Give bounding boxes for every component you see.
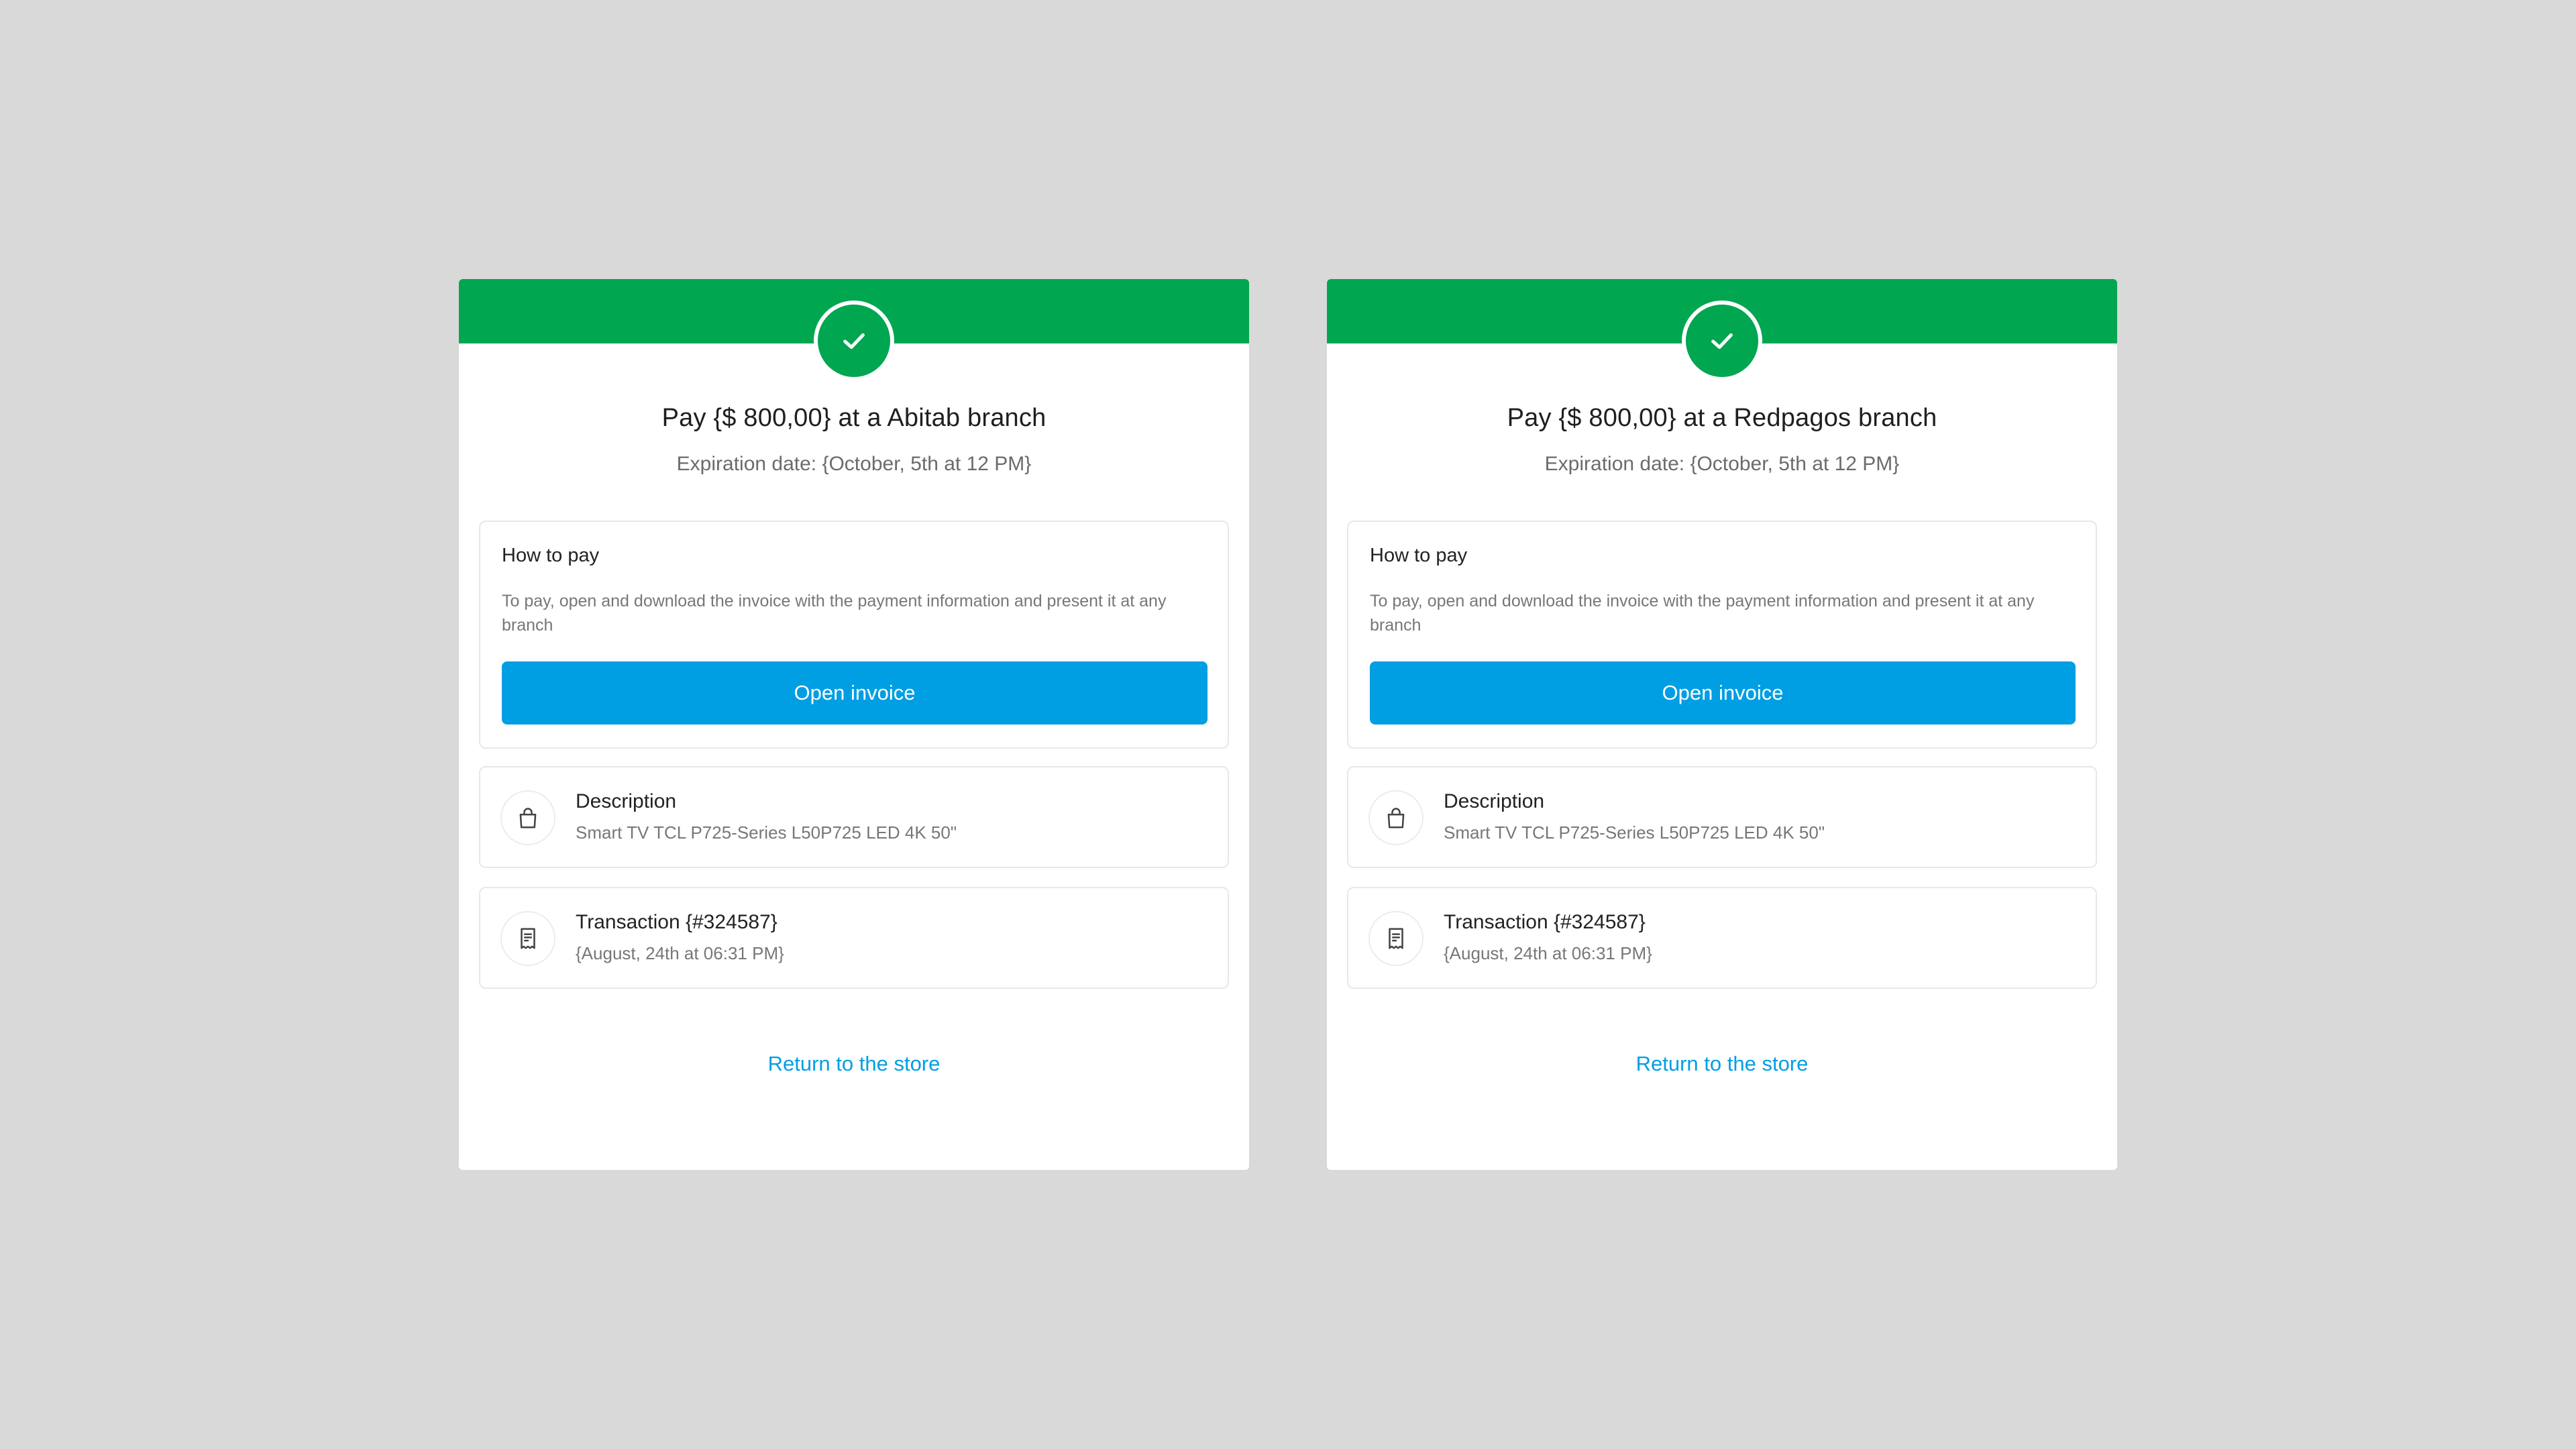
transaction-date: {August, 24th at 06:31 PM} xyxy=(1444,943,1652,963)
description-title: Description xyxy=(1444,790,1545,812)
payment-title: Pay {$ 800,00} at a Redpagos branch xyxy=(1507,404,1937,432)
how-to-pay-text: To pay, open and download the invoice wi… xyxy=(502,592,1167,635)
receipt-icon xyxy=(500,911,555,966)
description-box: Description Smart TV TCL P725-Series L50… xyxy=(479,766,1229,868)
how-to-pay-box: How to pay To pay, open and download the… xyxy=(479,521,1229,749)
return-to-store-label[interactable]: Return to the store xyxy=(768,1052,941,1075)
shopping-bag-icon xyxy=(1368,790,1424,845)
open-invoice-button[interactable]: Open invoice xyxy=(1370,661,2076,724)
description-title: Description xyxy=(576,790,677,812)
expiration-date: Expiration date: {October, 5th at 12 PM} xyxy=(1544,453,1900,475)
payment-card-abitab: Pay {$ 800,00} at a Abitab branch Expira… xyxy=(459,279,1249,1170)
return-to-store-label[interactable]: Return to the store xyxy=(1636,1052,1809,1075)
transaction-box: Transaction {#324587} {August, 24th at 0… xyxy=(479,887,1229,989)
open-invoice-button[interactable]: Open invoice xyxy=(502,661,1208,724)
transaction-date: {August, 24th at 06:31 PM} xyxy=(576,943,784,963)
how-to-pay-title: How to pay xyxy=(502,545,600,566)
description-value: Smart TV TCL P725-Series L50P725 LED 4K … xyxy=(1444,822,1825,843)
payment-card-redpagos: Pay {$ 800,00} at a Redpagos branch Expi… xyxy=(1327,279,2117,1170)
return-to-store-link[interactable]: Return to the store xyxy=(1327,1052,2117,1076)
description-box: Description Smart TV TCL P725-Series L50… xyxy=(1347,766,2097,868)
how-to-pay-text: To pay, open and download the invoice wi… xyxy=(1370,592,2035,635)
expiration-date: Expiration date: {October, 5th at 12 PM} xyxy=(676,453,1032,475)
how-to-pay-box: How to pay To pay, open and download the… xyxy=(1347,521,2097,749)
description-value: Smart TV TCL P725-Series L50P725 LED 4K … xyxy=(576,822,957,843)
shopping-bag-icon xyxy=(500,790,555,845)
check-icon xyxy=(1682,301,1762,381)
check-icon xyxy=(814,301,894,381)
transaction-box: Transaction {#324587} {August, 24th at 0… xyxy=(1347,887,2097,989)
receipt-icon xyxy=(1368,911,1424,966)
transaction-title: Transaction {#324587} xyxy=(1444,911,1646,933)
return-to-store-link[interactable]: Return to the store xyxy=(459,1052,1249,1076)
how-to-pay-title: How to pay xyxy=(1370,545,1468,566)
payment-title: Pay {$ 800,00} at a Abitab branch xyxy=(661,404,1046,432)
transaction-title: Transaction {#324587} xyxy=(576,911,777,933)
